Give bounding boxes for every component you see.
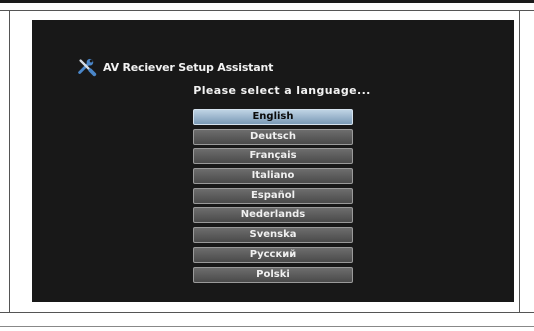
document-frame: AV Reciever Setup Assistant Please selec… xyxy=(0,0,534,331)
language-option-francais[interactable]: Français xyxy=(193,148,353,165)
right-rule xyxy=(519,10,520,313)
language-option-russian[interactable]: Русский xyxy=(193,246,353,263)
language-option-english[interactable]: English xyxy=(193,109,353,125)
bottom-outer-rule xyxy=(0,326,534,327)
bottom-rule xyxy=(0,312,534,313)
setup-screen: AV Reciever Setup Assistant Please selec… xyxy=(32,20,514,302)
language-option-svenska[interactable]: Svenska xyxy=(193,227,353,244)
language-option-italiano[interactable]: Italiano xyxy=(193,168,353,185)
app-title: AV Reciever Setup Assistant xyxy=(103,60,274,74)
top-rule xyxy=(0,0,534,3)
top-inner-rule xyxy=(0,10,534,11)
setup-header: AV Reciever Setup Assistant xyxy=(76,56,273,78)
language-option-polski[interactable]: Polski xyxy=(193,266,353,283)
language-option-nederlands[interactable]: Nederlands xyxy=(193,207,353,224)
left-rule xyxy=(9,10,10,313)
tools-icon xyxy=(78,58,97,77)
language-prompt: Please select a language... xyxy=(193,84,371,97)
language-list: English Deutsch Français Italiano Españo… xyxy=(193,109,353,286)
language-option-deutsch[interactable]: Deutsch xyxy=(193,128,353,145)
language-option-espanol[interactable]: Español xyxy=(193,187,353,204)
